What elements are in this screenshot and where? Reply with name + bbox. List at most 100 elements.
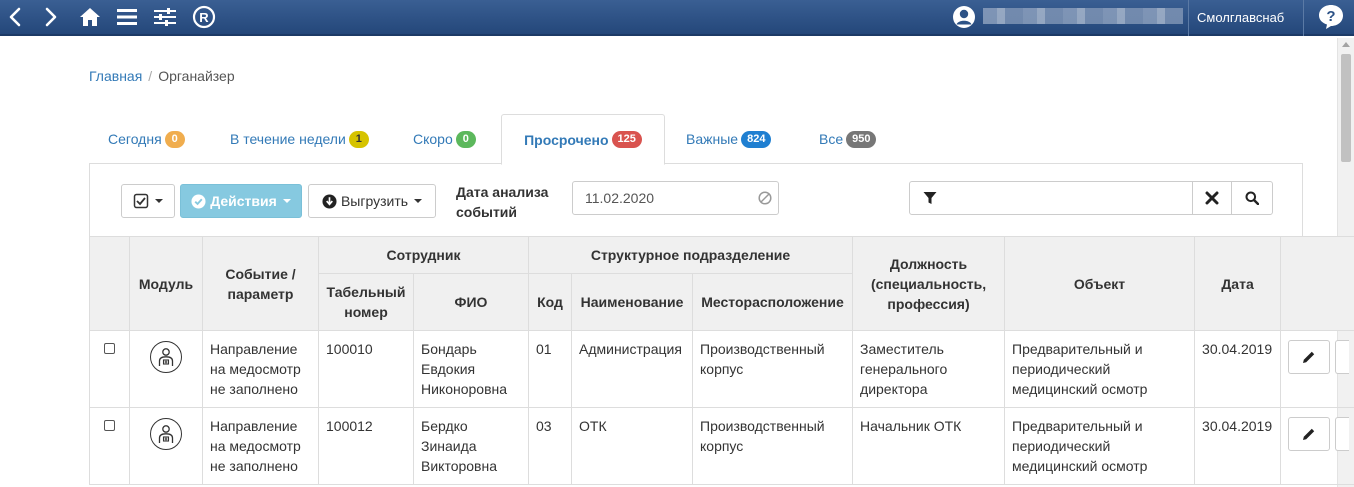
back-arrow-icon[interactable] <box>2 4 28 30</box>
tab-all[interactable]: Все 950 <box>819 114 877 164</box>
clear-search-button[interactable] <box>1192 181 1232 215</box>
divider <box>1303 0 1304 36</box>
analysis-date-label-line1: Дата анализа <box>456 184 549 200</box>
row-checkbox[interactable] <box>104 343 115 354</box>
table-row[interactable]: Направление на медосмотр не заполнено 10… <box>89 407 1354 485</box>
location-cell: Производственный корпус <box>691 330 854 408</box>
registered-icon[interactable]: R <box>191 4 217 30</box>
download-icon <box>322 193 337 209</box>
export-button[interactable]: Выгрузить <box>308 184 436 218</box>
caret-down-icon <box>414 199 423 203</box>
count-badge: 0 <box>455 130 476 148</box>
row-select-cell <box>89 407 130 485</box>
organizer-tabs: Сегодня 0 В течение недели 1 Скоро 0 Про… <box>89 114 1303 165</box>
fio-cell: Бердко Зинаида Викторовна <box>413 407 529 485</box>
count-badge: 1 <box>348 130 369 148</box>
medical-worker-icon <box>150 418 182 450</box>
location-cell: Производственный корпус <box>691 407 854 485</box>
tab-week[interactable]: В течение недели 1 <box>230 114 369 164</box>
analysis-date-input[interactable] <box>572 181 779 215</box>
actions-label: Действия <box>210 193 277 209</box>
menu-icon[interactable] <box>114 4 140 30</box>
event-cell: Направление на медосмотр не заполнено <box>202 407 319 485</box>
object-column-header: Объект <box>1004 236 1196 331</box>
employee-column-header: Сотрудник <box>318 236 529 274</box>
name-cell: Администрация <box>571 330 693 408</box>
module-cell <box>129 407 203 485</box>
tab-number-column-header: Табельный номер <box>318 273 414 331</box>
actions-column-header <box>1280 236 1354 331</box>
object-cell: Предварительный и периодический медицинс… <box>1004 407 1196 485</box>
tab-label: Важные <box>686 131 739 147</box>
export-label: Выгрузить <box>340 193 409 209</box>
position-cell: Заместитель генерального директора <box>852 330 1006 408</box>
tab-today[interactable]: Сегодня 0 <box>108 114 185 164</box>
organization-name[interactable]: Смолглавснаб <box>1197 10 1284 25</box>
help-icon[interactable]: ? <box>1318 4 1344 30</box>
caret-down-icon <box>282 199 291 203</box>
code-column-header: Код <box>528 273 572 331</box>
tab-soon[interactable]: Скоро 0 <box>413 114 476 164</box>
forward-arrow-icon[interactable] <box>38 4 64 30</box>
caret-down-icon <box>155 199 163 203</box>
fio-column-header: ФИО <box>413 273 529 331</box>
top-navbar: R Смолглавснаб ? <box>0 0 1354 36</box>
checkbox-icon <box>133 193 149 209</box>
analysis-date-label: Дата анализа событий <box>456 182 548 222</box>
select-column-header <box>89 236 130 331</box>
table-row[interactable]: Направление на медосмотр не заполнено 10… <box>89 330 1354 408</box>
date-cell: 30.04.2019 <box>1194 330 1282 408</box>
date-cell: 30.04.2019 <box>1194 407 1282 485</box>
select-dropdown-button[interactable] <box>121 184 175 218</box>
search-button[interactable] <box>1231 181 1273 215</box>
date-column-header: Дата <box>1194 236 1282 331</box>
breadcrumb-home[interactable]: Главная <box>89 68 142 84</box>
toolbar-panel: Действия Выгрузить Дата анализа событий <box>89 164 1303 237</box>
settings-sliders-icon[interactable] <box>152 4 178 30</box>
edit-button[interactable] <box>1288 340 1331 374</box>
tab-number-cell: 100012 <box>318 407 414 485</box>
code-cell: 03 <box>528 407 572 485</box>
tab-number-cell: 100010 <box>318 330 414 408</box>
tab-label: Скоро <box>413 131 453 147</box>
location-column-header: Месторасположение <box>691 273 854 331</box>
user-name-masked[interactable] <box>983 8 1183 24</box>
tab-important[interactable]: Важные 824 <box>686 114 772 164</box>
close-icon <box>1205 191 1219 205</box>
name-cell: ОТК <box>571 407 693 485</box>
scroll-up-icon[interactable] <box>1342 42 1350 47</box>
clear-date-icon[interactable] <box>758 191 772 208</box>
count-badge: 125 <box>611 131 642 148</box>
code-cell: 01 <box>528 330 572 408</box>
home-icon[interactable] <box>77 4 103 30</box>
position-column-header: Должность (специальность, профессия) <box>852 236 1006 331</box>
row-checkbox[interactable] <box>104 420 115 431</box>
scrollbar-thumb[interactable] <box>1341 54 1351 162</box>
filter-button[interactable] <box>909 181 950 215</box>
tab-label: Просрочено <box>524 131 609 148</box>
svg-text:R: R <box>199 10 209 25</box>
filter-icon <box>923 192 936 204</box>
pencil-icon <box>1303 351 1315 363</box>
user-icon[interactable] <box>951 4 977 30</box>
search-input[interactable] <box>949 181 1193 215</box>
name-column-header: Наименование <box>571 273 693 331</box>
help-label: ? <box>1326 8 1335 25</box>
row-actions-cell <box>1280 330 1354 408</box>
count-badge: 0 <box>164 130 185 148</box>
event-column-header: Событие / параметр <box>202 236 319 331</box>
edit-button[interactable] <box>1288 417 1331 451</box>
actions-button[interactable]: Действия <box>180 184 302 218</box>
more-button[interactable] <box>1335 417 1350 451</box>
more-button[interactable] <box>1335 340 1350 374</box>
divider <box>1188 0 1189 36</box>
tab-label: В течение недели <box>230 131 346 147</box>
search-group <box>909 181 1273 215</box>
module-cell <box>129 330 203 408</box>
event-cell: Направление на медосмотр не заполнено <box>202 330 319 408</box>
tab-label: Сегодня <box>108 131 162 147</box>
tab-overdue[interactable]: Просрочено 125 <box>501 114 665 165</box>
count-badge: 950 <box>846 130 877 148</box>
check-circle-icon <box>191 193 206 209</box>
count-badge: 824 <box>741 130 772 148</box>
